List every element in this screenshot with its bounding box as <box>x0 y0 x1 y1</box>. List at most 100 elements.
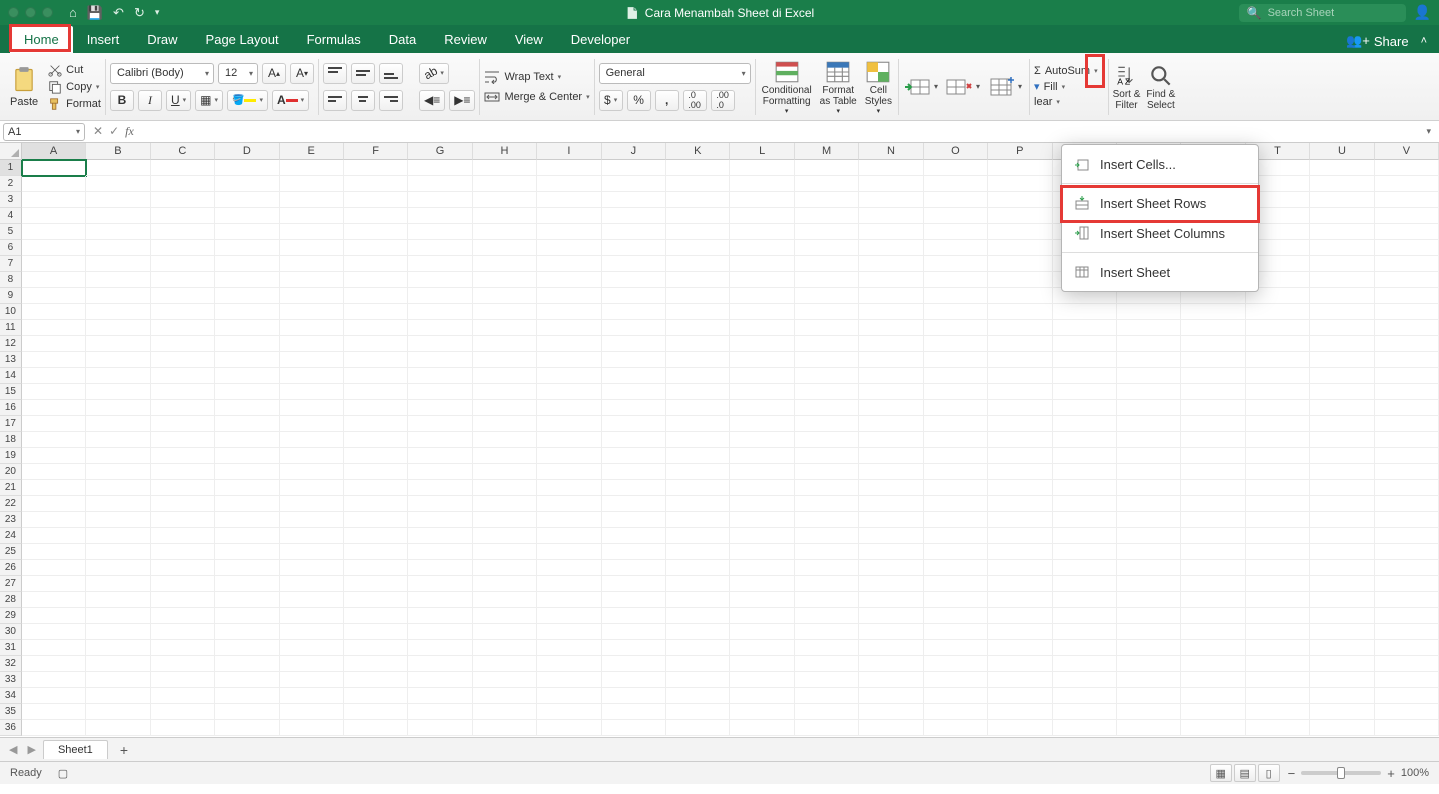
cell[interactable] <box>86 704 150 720</box>
cell[interactable] <box>151 624 215 640</box>
col-header[interactable]: E <box>280 143 344 160</box>
cell[interactable] <box>1117 464 1181 480</box>
cell[interactable] <box>859 256 923 272</box>
cell[interactable] <box>537 352 601 368</box>
cell[interactable] <box>86 720 150 736</box>
cell[interactable] <box>1375 688 1439 704</box>
cell[interactable] <box>280 688 344 704</box>
cell[interactable] <box>666 304 730 320</box>
cell[interactable] <box>730 176 794 192</box>
cell[interactable] <box>988 720 1052 736</box>
cell[interactable] <box>795 432 859 448</box>
cell[interactable] <box>1181 352 1245 368</box>
cell[interactable] <box>215 560 279 576</box>
cell[interactable] <box>1375 272 1439 288</box>
row-header[interactable]: 4 <box>0 208 22 224</box>
cell[interactable] <box>151 160 215 176</box>
orientation-button[interactable]: ab▾ <box>419 63 449 84</box>
cell[interactable] <box>666 608 730 624</box>
cell[interactable] <box>1375 304 1439 320</box>
cell[interactable] <box>215 160 279 176</box>
cell[interactable] <box>602 176 666 192</box>
cell[interactable] <box>730 336 794 352</box>
cell[interactable] <box>151 400 215 416</box>
cell[interactable] <box>1181 624 1245 640</box>
cell[interactable] <box>537 496 601 512</box>
row-header[interactable]: 21 <box>0 480 22 496</box>
cell[interactable] <box>537 592 601 608</box>
cell[interactable] <box>473 304 537 320</box>
cell[interactable] <box>730 320 794 336</box>
row-header[interactable]: 28 <box>0 592 22 608</box>
cell[interactable] <box>151 288 215 304</box>
cell[interactable] <box>1181 464 1245 480</box>
cell[interactable] <box>1181 400 1245 416</box>
cell[interactable] <box>1181 576 1245 592</box>
cell[interactable] <box>795 704 859 720</box>
cell[interactable] <box>151 720 215 736</box>
bold-button[interactable]: B <box>110 90 134 111</box>
cell[interactable] <box>730 656 794 672</box>
cell[interactable] <box>1310 640 1374 656</box>
cell[interactable] <box>86 192 150 208</box>
cell[interactable] <box>730 368 794 384</box>
cell[interactable] <box>215 496 279 512</box>
cell[interactable] <box>1310 544 1374 560</box>
cell[interactable] <box>344 688 408 704</box>
cell[interactable] <box>344 224 408 240</box>
select-all-corner[interactable] <box>0 143 22 160</box>
cell[interactable] <box>151 656 215 672</box>
cell[interactable] <box>924 400 988 416</box>
cell[interactable] <box>1310 384 1374 400</box>
cell[interactable] <box>344 304 408 320</box>
cell[interactable] <box>988 320 1052 336</box>
cell[interactable] <box>86 608 150 624</box>
cell[interactable] <box>1181 720 1245 736</box>
chevron-down-icon[interactable]: ▾ <box>973 82 983 91</box>
cell[interactable] <box>22 368 86 384</box>
cell[interactable] <box>988 256 1052 272</box>
cell[interactable] <box>1053 480 1117 496</box>
cell[interactable] <box>86 544 150 560</box>
cell[interactable] <box>22 352 86 368</box>
cell[interactable] <box>1181 432 1245 448</box>
cell[interactable] <box>1181 656 1245 672</box>
row-header[interactable]: 8 <box>0 272 22 288</box>
cell[interactable] <box>1310 400 1374 416</box>
cell[interactable] <box>1246 624 1310 640</box>
cell[interactable] <box>344 608 408 624</box>
cell[interactable] <box>215 208 279 224</box>
cell[interactable] <box>537 400 601 416</box>
cell[interactable] <box>924 208 988 224</box>
row-header[interactable]: 3 <box>0 192 22 208</box>
cell[interactable] <box>473 624 537 640</box>
collapse-ribbon-icon[interactable]: ˄ <box>1421 35 1427 47</box>
cell[interactable] <box>280 160 344 176</box>
cell[interactable] <box>1246 448 1310 464</box>
cell[interactable] <box>602 432 666 448</box>
cell[interactable] <box>473 288 537 304</box>
cell[interactable] <box>215 384 279 400</box>
cell[interactable] <box>988 624 1052 640</box>
cell[interactable] <box>1246 384 1310 400</box>
cell[interactable] <box>795 176 859 192</box>
cell[interactable] <box>473 576 537 592</box>
row-header[interactable]: 7 <box>0 256 22 272</box>
cell[interactable] <box>859 416 923 432</box>
cell[interactable] <box>924 384 988 400</box>
cell[interactable] <box>730 480 794 496</box>
cell[interactable] <box>280 480 344 496</box>
cell[interactable] <box>1375 192 1439 208</box>
cell[interactable] <box>22 176 86 192</box>
cell[interactable] <box>215 672 279 688</box>
cell[interactable] <box>1375 656 1439 672</box>
cell[interactable] <box>1310 624 1374 640</box>
cell[interactable] <box>1117 336 1181 352</box>
align-top-button[interactable] <box>323 63 347 84</box>
cell[interactable] <box>280 176 344 192</box>
cell[interactable] <box>1246 304 1310 320</box>
cell[interactable] <box>1310 720 1374 736</box>
cell[interactable] <box>988 272 1052 288</box>
cell[interactable] <box>1375 432 1439 448</box>
row-header[interactable]: 33 <box>0 672 22 688</box>
